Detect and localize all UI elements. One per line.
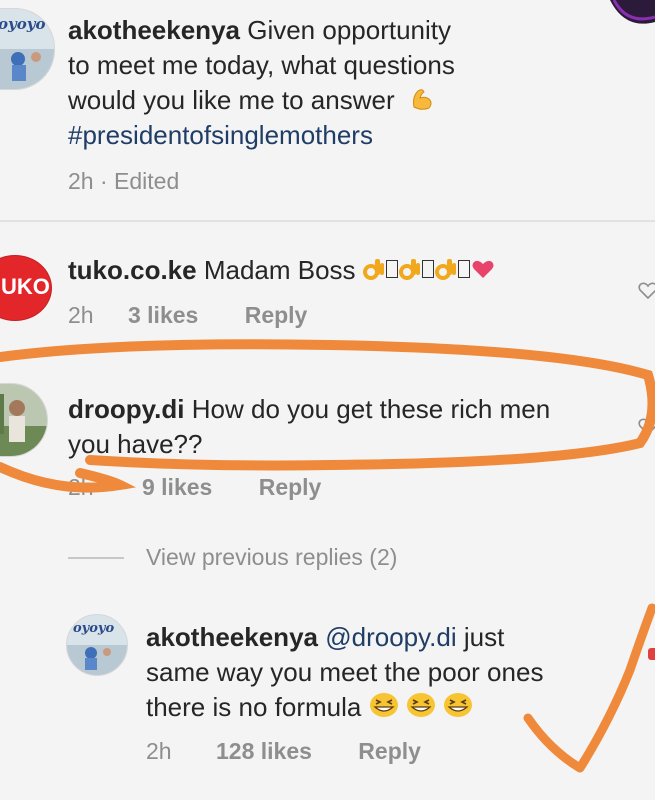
reply-time: 2h (146, 738, 172, 764)
tuko-reply-button[interactable]: Reply (245, 302, 308, 328)
tuko-avatar-logo: UKO (1, 274, 50, 299)
ok-hand-icon (434, 259, 456, 281)
missing-glyph-box (385, 260, 398, 279)
view-previous-replies-link[interactable]: View previous replies (2) (146, 544, 397, 571)
missing-glyph-box (457, 260, 470, 279)
droopy-time: 2h (68, 474, 94, 500)
post-caption-line1: akotheekenya Given opportunity (68, 13, 451, 47)
reply-meta: 2h 128 likes Reply (146, 738, 421, 765)
post-avatar-logo: oyoyo (0, 15, 46, 33)
tuko-meta: 2h 3 likes Reply (68, 302, 307, 329)
tuko-username[interactable]: tuko.co.ke (68, 255, 197, 285)
post-caption-line2: to meet me today, what questions (68, 50, 455, 80)
droopy-comment-text: How do you get these rich men (191, 394, 551, 424)
tuko-avatar[interactable]: UKO (0, 255, 52, 321)
corner-decoration (610, 0, 655, 24)
tuko-emoji-row (362, 252, 495, 282)
post-caption-text: Given opportunity (247, 15, 452, 45)
droopy-like-heart-icon[interactable] (638, 418, 655, 436)
post-username[interactable]: akotheekenya (68, 15, 240, 45)
post-avatar[interactable]: oyoyo (0, 8, 55, 90)
tuko-comment: tuko.co.ke Madam Boss (68, 253, 495, 287)
red-heart-icon (472, 261, 494, 279)
post-caption-line3-text: would you like me to answer (68, 85, 395, 115)
droopy-avatar[interactable] (0, 383, 48, 457)
ok-hand-icon (362, 259, 384, 281)
tuko-time: 2h (68, 302, 94, 328)
post-hashtag[interactable]: #presidentofsinglemothers (68, 118, 373, 152)
reply-line3: there is no formula (146, 690, 473, 724)
flexed-biceps-icon (412, 89, 432, 110)
tuko-likes[interactable]: 3 likes (128, 302, 198, 328)
droopy-meta: 2h 9 likes Reply (68, 474, 321, 501)
reply-username[interactable]: akotheekenya (146, 622, 318, 652)
reply-line1-text: just (463, 622, 505, 652)
reply-line2: same way you meet the poor ones (146, 657, 544, 687)
reply-avatar[interactable]: oyoyo (66, 614, 128, 676)
orange-checkmark (523, 603, 655, 773)
post-edited-label: Edited (114, 168, 180, 194)
red-dot-marker (648, 648, 655, 660)
reply-emoji-row (369, 688, 473, 718)
droopy-comment-line2: you have?? (68, 429, 203, 459)
droopy-likes[interactable]: 9 likes (142, 474, 212, 500)
post-divider (0, 220, 655, 222)
post-time: 2h (68, 168, 94, 194)
droopy-username[interactable]: droopy.di (68, 394, 185, 424)
reply-mention[interactable]: @droopy.di (325, 622, 456, 652)
grinning-squinting-face-icon (369, 693, 398, 718)
post-caption-line3: would you like me to answer (68, 83, 436, 117)
tuko-comment-text: Madam Boss (203, 255, 356, 285)
droopy-comment-line1: droopy.di How do you get these rich men (68, 392, 550, 426)
reply-avatar-logo: oyoyo (73, 621, 115, 636)
tuko-like-heart-icon[interactable] (638, 282, 655, 300)
grinning-squinting-face-icon (444, 693, 473, 718)
reply-line3-text: there is no formula (146, 692, 362, 722)
ok-hand-icon (398, 259, 420, 281)
post-meta: 2h · Edited (68, 168, 180, 194)
reply-line1: akotheekenya @droopy.di just (146, 620, 504, 654)
view-previous-line (68, 557, 124, 559)
reply-likes[interactable]: 128 likes (216, 738, 312, 764)
reply-reply-button[interactable]: Reply (358, 738, 421, 764)
grinning-squinting-face-icon (406, 693, 435, 718)
droopy-reply-button[interactable]: Reply (259, 474, 322, 500)
missing-glyph-box (421, 260, 434, 279)
